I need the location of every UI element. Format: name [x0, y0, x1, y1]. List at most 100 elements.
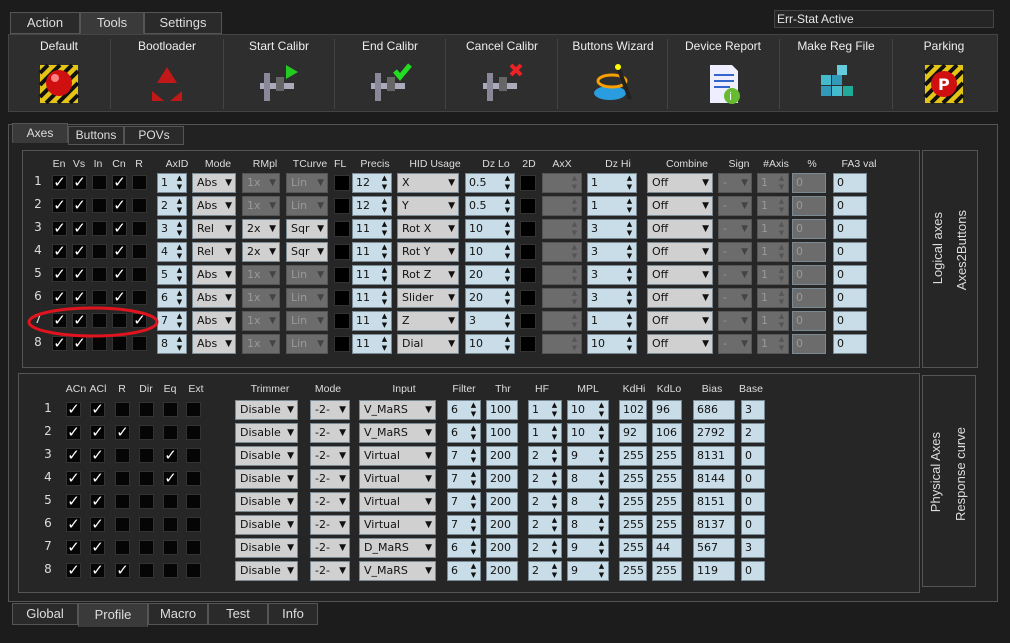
enable-checkbox[interactable]: ✓ [52, 267, 67, 282]
center-checkbox[interactable]: ✓ [112, 221, 127, 236]
spin-arrows-icon[interactable]: ▲ ▼ [467, 470, 480, 488]
trimmer-dropdown[interactable]: Disable ▼ [235, 492, 298, 512]
precis-spinner[interactable]: 11 ▲ ▼ [352, 219, 392, 239]
auto-center-checkbox[interactable]: ✓ [66, 517, 81, 532]
input-dropdown[interactable]: Virtual ▼ [359, 515, 436, 535]
spin-arrows-icon[interactable]: ▲ ▼ [623, 220, 636, 238]
trimmer-dropdown[interactable]: Disable ▼ [235, 469, 298, 489]
reverse-checkbox[interactable] [115, 402, 130, 417]
combine-dropdown[interactable]: Off ▼ [647, 288, 713, 308]
threshold-field[interactable]: 200 [486, 446, 518, 466]
dz-hi-spinner[interactable]: 1 ▲ ▼ [587, 311, 637, 331]
visible-checkbox[interactable]: ✓ [72, 267, 87, 282]
center-checkbox[interactable]: ✓ [112, 290, 127, 305]
auto-calibrate-checkbox[interactable]: ✓ [90, 471, 105, 486]
dz-lo-spinner[interactable]: 10 ▲ ▼ [465, 219, 515, 239]
input-dropdown[interactable]: D_MaRS ▼ [359, 538, 436, 558]
auto-calibrate-checkbox[interactable]: ✓ [90, 425, 105, 440]
2d-toggle[interactable] [520, 267, 536, 283]
bias-field[interactable]: 8144 [693, 469, 735, 489]
mode-dropdown[interactable]: Abs ▼ [192, 173, 236, 193]
tab-test[interactable]: Test [208, 603, 268, 625]
spin-arrows-icon[interactable]: ▲ ▼ [173, 266, 186, 284]
auto-center-checkbox[interactable]: ✓ [66, 402, 81, 417]
base-field[interactable]: 0 [741, 469, 765, 489]
dz-hi-spinner[interactable]: 1 ▲ ▼ [587, 173, 637, 193]
external-checkbox[interactable] [186, 494, 201, 509]
spin-arrows-icon[interactable]: ▲ ▼ [548, 493, 561, 511]
input-dropdown[interactable]: Virtual ▼ [359, 446, 436, 466]
trimmer-dropdown[interactable]: Disable ▼ [235, 561, 298, 581]
kdhi-field[interactable]: 255 [619, 538, 647, 558]
precis-spinner[interactable]: 11 ▲ ▼ [352, 334, 392, 354]
mode-dropdown[interactable]: -2- ▼ [310, 423, 350, 443]
enable-checkbox[interactable]: ✓ [52, 290, 67, 305]
start-calibr-button[interactable]: Start Calibr [225, 39, 333, 111]
spin-arrows-icon[interactable]: ▲ ▼ [467, 447, 480, 465]
spin-arrows-icon[interactable]: ▲ ▼ [378, 174, 391, 192]
threshold-field[interactable]: 200 [486, 515, 518, 535]
spin-arrows-icon[interactable]: ▲ ▼ [378, 243, 391, 261]
spin-arrows-icon[interactable]: ▲ ▼ [501, 174, 514, 192]
spin-arrows-icon[interactable]: ▲ ▼ [467, 562, 480, 580]
hid-usage-dropdown[interactable]: Rot Z ▼ [397, 265, 459, 285]
fa3-value-field[interactable]: 0 [833, 288, 867, 308]
mode-dropdown[interactable]: Abs ▼ [192, 334, 236, 354]
hid-usage-dropdown[interactable]: X ▼ [397, 173, 459, 193]
dz-lo-spinner[interactable]: 20 ▲ ▼ [465, 288, 515, 308]
dz-lo-spinner[interactable]: 3 ▲ ▼ [465, 311, 515, 331]
auto-center-checkbox[interactable]: ✓ [66, 540, 81, 555]
threshold-field[interactable]: 200 [486, 469, 518, 489]
mode-dropdown[interactable]: -2- ▼ [310, 561, 350, 581]
hid-usage-dropdown[interactable]: Y ▼ [397, 196, 459, 216]
tab-profile[interactable]: Profile [78, 603, 148, 627]
tcurve-dropdown[interactable]: Sqr ▼ [286, 242, 328, 262]
mode-dropdown[interactable]: -2- ▼ [310, 538, 350, 558]
mode-dropdown[interactable]: -2- ▼ [310, 446, 350, 466]
mpl-spinner[interactable]: 10 ▲ ▼ [567, 423, 609, 443]
spin-arrows-icon[interactable]: ▲ ▼ [467, 493, 480, 511]
kdlo-field[interactable]: 255 [652, 492, 682, 512]
filter-spinner[interactable]: 7 ▲ ▼ [447, 515, 481, 535]
mpl-spinner[interactable]: 10 ▲ ▼ [567, 400, 609, 420]
external-checkbox[interactable] [186, 402, 201, 417]
axid-spinner[interactable]: 2 ▲ ▼ [157, 196, 187, 216]
equalize-checkbox[interactable] [163, 517, 178, 532]
reset-checkbox[interactable] [132, 175, 147, 190]
dz-hi-spinner[interactable]: 3 ▲ ▼ [587, 219, 637, 239]
spin-arrows-icon[interactable]: ▲ ▼ [378, 220, 391, 238]
axid-spinner[interactable]: 3 ▲ ▼ [157, 219, 187, 239]
bias-field[interactable]: 567 [693, 538, 735, 558]
kdlo-field[interactable]: 96 [652, 400, 682, 420]
kdhi-field[interactable]: 255 [619, 469, 647, 489]
invert-checkbox[interactable] [92, 244, 107, 259]
auto-center-checkbox[interactable]: ✓ [66, 471, 81, 486]
direction-checkbox[interactable] [139, 425, 154, 440]
equalize-checkbox[interactable] [163, 540, 178, 555]
fa3-value-field[interactable]: 0 [833, 242, 867, 262]
mpl-spinner[interactable]: 9 ▲ ▼ [567, 561, 609, 581]
spin-arrows-icon[interactable]: ▲ ▼ [173, 197, 186, 215]
reverse-checkbox[interactable] [115, 494, 130, 509]
hf-spinner[interactable]: 2 ▲ ▼ [528, 469, 562, 489]
mpl-spinner[interactable]: 8 ▲ ▼ [567, 469, 609, 489]
end-calibr-button[interactable]: End Calibr [336, 39, 444, 111]
auto-center-checkbox[interactable]: ✓ [66, 448, 81, 463]
axid-spinner[interactable]: 7 ▲ ▼ [157, 311, 187, 331]
external-checkbox[interactable] [186, 448, 201, 463]
axid-spinner[interactable]: 4 ▲ ▼ [157, 242, 187, 262]
reverse-checkbox[interactable]: ✓ [115, 563, 130, 578]
tab-povs[interactable]: POVs [124, 126, 184, 145]
kdhi-field[interactable]: 92 [619, 423, 647, 443]
precis-spinner[interactable]: 11 ▲ ▼ [352, 311, 392, 331]
fa3-value-field[interactable]: 0 [833, 334, 867, 354]
dz-hi-spinner[interactable]: 3 ▲ ▼ [587, 242, 637, 262]
axid-spinner[interactable]: 8 ▲ ▼ [157, 334, 187, 354]
mode-dropdown[interactable]: -2- ▼ [310, 469, 350, 489]
invert-checkbox[interactable] [92, 267, 107, 282]
precis-spinner[interactable]: 11 ▲ ▼ [352, 288, 392, 308]
dz-lo-spinner[interactable]: 10 ▲ ▼ [465, 242, 515, 262]
external-checkbox[interactable] [186, 563, 201, 578]
dz-hi-spinner[interactable]: 3 ▲ ▼ [587, 265, 637, 285]
input-dropdown[interactable]: Virtual ▼ [359, 469, 436, 489]
